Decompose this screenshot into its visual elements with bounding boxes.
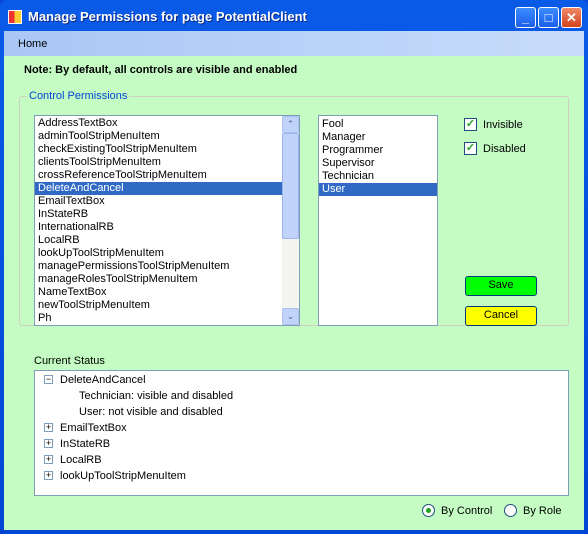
tree-node[interactable]: EmailTextBox xyxy=(60,420,127,436)
window-title: Manage Permissions for page PotentialCli… xyxy=(28,9,307,24)
control-list-item[interactable]: EmailTextBox xyxy=(35,195,282,208)
tree-node[interactable]: LocalRB xyxy=(60,452,102,468)
current-status-label: Current Status xyxy=(34,355,105,367)
menu-home[interactable]: Home xyxy=(18,38,47,50)
disabled-checkbox[interactable]: ✓ Disabled xyxy=(464,142,526,155)
app-icon xyxy=(8,10,22,24)
group-label: Control Permissions xyxy=(27,90,130,102)
role-list-item[interactable]: User xyxy=(319,183,437,196)
check-icon[interactable]: ✓ xyxy=(464,142,477,155)
control-list-item[interactable]: checkExistingToolStripMenuItem xyxy=(35,143,282,156)
save-button[interactable]: Save xyxy=(465,276,537,296)
expand-icon[interactable]: + xyxy=(44,423,53,432)
control-list-item[interactable]: InStateRB xyxy=(35,208,282,221)
window: Manage Permissions for page PotentialCli… xyxy=(0,0,588,534)
minimize-button[interactable]: _ xyxy=(515,7,536,28)
control-list-item[interactable]: Ph xyxy=(35,312,282,325)
expand-icon[interactable]: + xyxy=(44,471,53,480)
control-list-item[interactable]: AddressTextBox xyxy=(35,117,282,130)
close-button[interactable]: ✕ xyxy=(561,7,582,28)
note-text: Note: By default, all controls are visib… xyxy=(24,64,298,76)
controls-listbox[interactable]: AddressTextBox adminToolStripMenuItem chec… xyxy=(34,115,300,326)
menu-bar: Home xyxy=(4,31,584,56)
control-list-item[interactable]: DeleteAndCancel xyxy=(35,182,282,195)
by-control-radio[interactable]: By Control xyxy=(422,504,492,517)
roles-listbox[interactable]: Fool Manager Programmer Supervisor Technicia… xyxy=(318,115,438,326)
disabled-label: Disabled xyxy=(483,142,526,155)
status-tree[interactable]: − DeleteAndCancel Technician: visible and … xyxy=(34,370,569,496)
collapse-icon[interactable]: − xyxy=(44,375,53,384)
scroll-down-button[interactable]: ⌄ xyxy=(282,308,299,325)
role-list-item[interactable]: Programmer xyxy=(319,144,437,157)
role-list-item[interactable]: Technician xyxy=(319,170,437,183)
invisible-label: Invisible xyxy=(483,118,523,131)
tree-node[interactable]: lookUpToolStripMenuItem xyxy=(60,468,186,484)
scroll-up-button[interactable]: ⌃ xyxy=(282,116,299,133)
role-list-item[interactable]: Fool xyxy=(319,118,437,131)
control-list-item[interactable]: InternationalRB xyxy=(35,221,282,234)
control-list-item[interactable]: newToolStripMenuItem xyxy=(35,299,282,312)
control-list-item[interactable]: manageRolesToolStripMenuItem xyxy=(35,273,282,286)
control-list-item[interactable]: crossReferenceToolStripMenuItem xyxy=(35,169,282,182)
invisible-checkbox[interactable]: ✓ Invisible xyxy=(464,118,523,131)
by-role-label: By Role xyxy=(523,504,562,517)
by-control-label: By Control xyxy=(441,504,493,517)
client-area: Note: By default, all controls are visib… xyxy=(4,56,584,530)
control-list-item[interactable]: lookUpToolStripMenuItem xyxy=(35,247,282,260)
control-list-item[interactable]: LocalRB xyxy=(35,234,282,247)
control-list-item[interactable]: NameTextBox xyxy=(35,286,282,299)
scroll-thumb[interactable] xyxy=(282,133,299,239)
cancel-button[interactable]: Cancel xyxy=(465,306,537,326)
control-list-item[interactable]: adminToolStripMenuItem xyxy=(35,130,282,143)
role-list-item[interactable]: Supervisor xyxy=(319,157,437,170)
control-list-item[interactable]: clientsToolStripMenuItem xyxy=(35,156,282,169)
tree-node[interactable]: DeleteAndCancel xyxy=(60,372,146,388)
check-icon[interactable]: ✓ xyxy=(464,118,477,131)
role-list-item[interactable]: Manager xyxy=(319,131,437,144)
tree-node[interactable]: InStateRB xyxy=(60,436,110,452)
maximize-button[interactable]: □ xyxy=(538,7,559,28)
tree-child-node[interactable]: Technician: visible and disabled xyxy=(79,388,233,404)
control-list-item[interactable]: managePermissionsToolStripMenuItem xyxy=(35,260,282,273)
expand-icon[interactable]: + xyxy=(44,455,53,464)
expand-icon[interactable]: + xyxy=(44,439,53,448)
by-role-radio[interactable]: By Role xyxy=(504,504,562,517)
scrollbar[interactable]: ⌃ ⌄ xyxy=(282,116,299,325)
tree-child-node[interactable]: User: not visible and disabled xyxy=(79,404,223,420)
